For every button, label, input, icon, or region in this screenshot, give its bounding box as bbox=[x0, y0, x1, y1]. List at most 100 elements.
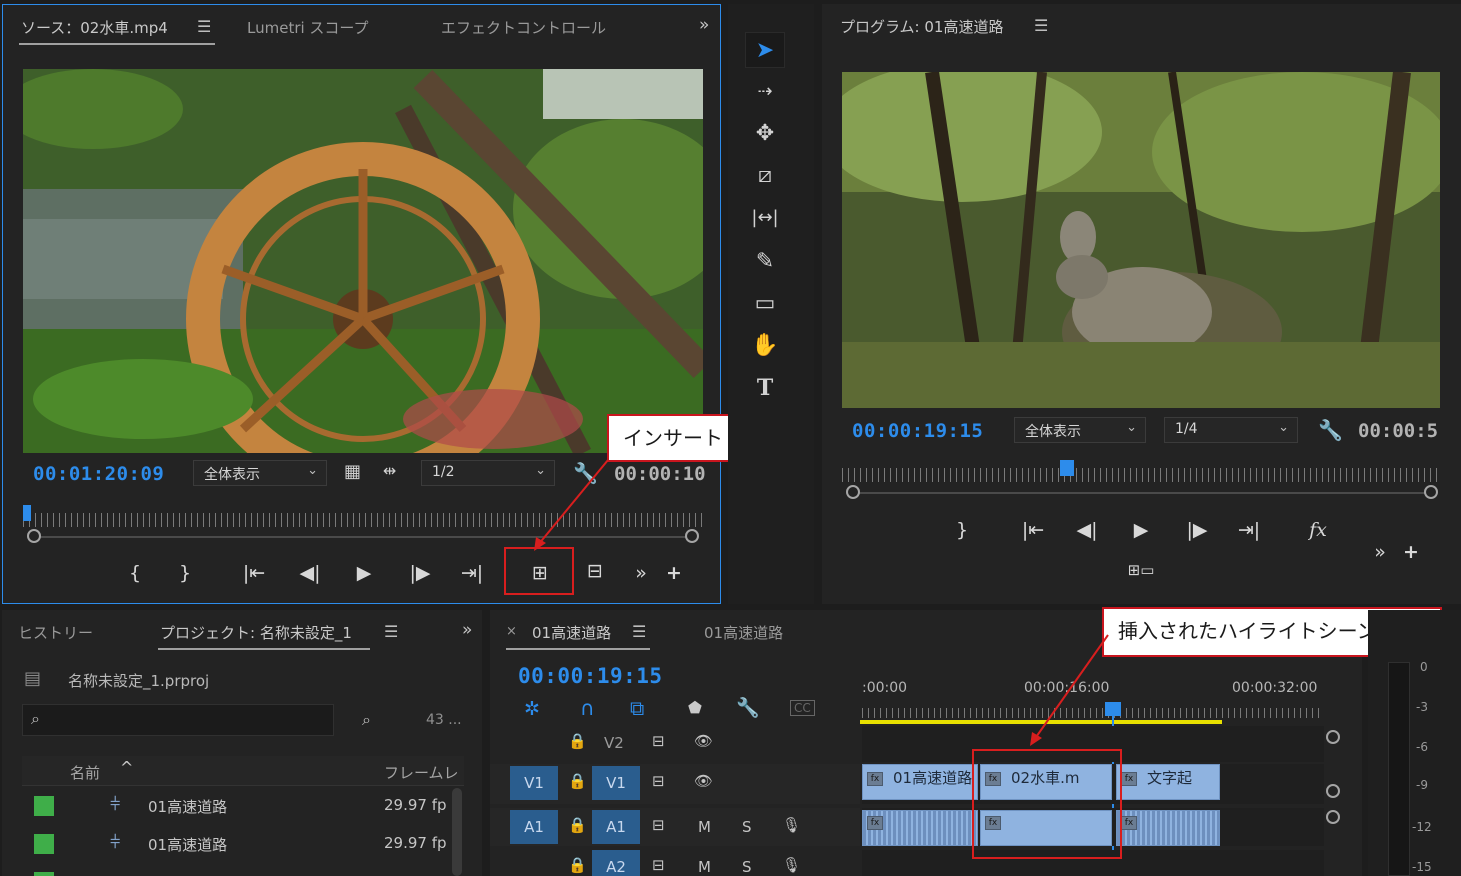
timeline-vscroll-handle[interactable] bbox=[1326, 730, 1340, 744]
timeline-settings-wrench-icon[interactable]: 🔧 bbox=[736, 696, 760, 719]
source-patch-v1[interactable]: V1 bbox=[510, 766, 558, 800]
solo-button[interactable]: S bbox=[742, 858, 752, 876]
step-back-icon[interactable]: ◀| bbox=[295, 561, 325, 585]
go-to-out-icon[interactable]: ⇥| bbox=[457, 561, 487, 585]
sync-lock-icon[interactable]: ⊟ bbox=[652, 856, 665, 874]
add-marker-icon[interactable]: ⬟ bbox=[688, 698, 702, 717]
add-button-icon[interactable]: + bbox=[663, 561, 685, 585]
timeline-timecode[interactable]: 00:00:19:15 bbox=[518, 664, 663, 688]
video-clip[interactable]: fx 01高速道路 bbox=[862, 764, 978, 800]
hand-tool-icon[interactable]: ✋ bbox=[745, 328, 785, 364]
eye-icon[interactable]: 👁 bbox=[694, 772, 713, 790]
microphone-icon[interactable]: 🎙 bbox=[782, 856, 801, 874]
overflow-icon[interactable]: » bbox=[699, 15, 709, 35]
fx-icon[interactable]: fx bbox=[1306, 518, 1330, 542]
panel-menu-icon[interactable]: ☰ bbox=[197, 17, 211, 36]
sync-lock-icon[interactable]: ⊟ bbox=[652, 816, 665, 834]
column-framerate-header[interactable]: フレームレ bbox=[384, 762, 459, 783]
program-time-ruler[interactable] bbox=[842, 468, 1440, 482]
ripple-edit-tool-icon[interactable]: ✥ bbox=[745, 116, 785, 152]
snap-icon[interactable]: ∩ bbox=[580, 696, 595, 720]
multicam-icon[interactable]: ⊞▭ bbox=[1124, 558, 1158, 582]
source-zoom-left-handle[interactable] bbox=[27, 529, 41, 543]
microphone-icon[interactable]: 🎙 bbox=[782, 816, 801, 834]
sync-lock-icon[interactable]: ⊟ bbox=[652, 732, 665, 750]
slip-tool-icon[interactable]: |↔| bbox=[745, 200, 785, 236]
mark-out-icon[interactable]: } bbox=[175, 561, 195, 585]
tab-sequence-2[interactable]: 01高速道路 bbox=[704, 622, 783, 643]
overflow-controls-icon[interactable]: » bbox=[631, 561, 651, 585]
column-name-header[interactable]: 名前 bbox=[70, 762, 100, 783]
add-button-icon[interactable]: + bbox=[1400, 540, 1422, 564]
go-to-in-icon[interactable]: |⇤ bbox=[239, 561, 269, 585]
program-fit-dropdown[interactable]: 全体表示 ⌄ bbox=[1014, 417, 1146, 443]
project-scrollbar[interactable] bbox=[452, 788, 462, 876]
timeline-vscroll-handle[interactable] bbox=[1326, 784, 1340, 798]
audio-waveform-icon[interactable]: ⇹ bbox=[383, 461, 396, 480]
program-zoom-left-handle[interactable] bbox=[846, 485, 860, 499]
overflow-icon[interactable]: » bbox=[462, 620, 472, 640]
tab-effect-controls[interactable]: エフェクトコントロール bbox=[441, 17, 606, 38]
project-row[interactable]: ⫩ 01高速道路 29.97 fp bbox=[22, 826, 450, 864]
lock-icon[interactable]: 🔒 bbox=[568, 856, 587, 874]
lock-icon[interactable]: 🔒 bbox=[568, 816, 587, 834]
captions-icon[interactable]: CC bbox=[790, 700, 815, 716]
source-playhead[interactable] bbox=[23, 505, 31, 521]
tab-project[interactable]: プロジェクト: 名称未設定_1 bbox=[160, 622, 352, 643]
program-timecode[interactable]: 00:00:19:15 bbox=[852, 420, 983, 442]
sync-lock-icon[interactable]: ⊟ bbox=[652, 772, 665, 790]
lock-icon[interactable]: 🔒 bbox=[568, 772, 587, 790]
pen-tool-icon[interactable]: ✎ bbox=[745, 244, 785, 280]
program-zoom-scrollbar[interactable] bbox=[858, 492, 1426, 494]
source-timecode[interactable]: 00:01:20:09 bbox=[33, 463, 164, 485]
razor-tool-icon[interactable]: ⧄ bbox=[745, 158, 785, 194]
audio-clip[interactable]: fx bbox=[1116, 810, 1220, 846]
track-target-a1[interactable]: A1 bbox=[592, 810, 640, 844]
close-icon[interactable]: × bbox=[506, 624, 517, 639]
source-fit-dropdown[interactable]: 全体表示 ⌄ bbox=[193, 460, 327, 486]
mute-button[interactable]: M bbox=[698, 818, 711, 836]
audio-clip[interactable]: fx bbox=[862, 810, 978, 846]
track-target-v1[interactable]: V1 bbox=[592, 766, 640, 800]
play-icon[interactable]: ▶ bbox=[1126, 518, 1156, 542]
tab-sequence-1[interactable]: 01高速道路 bbox=[532, 622, 611, 643]
solo-button[interactable]: S bbox=[742, 818, 752, 836]
project-row[interactable]: ⫩ 01高速道路 29.97 fp bbox=[22, 788, 450, 826]
mark-out-icon[interactable]: } bbox=[952, 518, 972, 542]
step-forward-icon[interactable]: |▶ bbox=[405, 561, 435, 585]
timeline-vscroll-handle[interactable] bbox=[1326, 810, 1340, 824]
tab-program[interactable]: プログラム: 01高速道路 bbox=[840, 16, 1003, 37]
go-to-out-icon[interactable]: ⇥| bbox=[1234, 518, 1264, 542]
track-name[interactable]: V2 bbox=[604, 734, 624, 752]
new-search-bin-icon[interactable]: ⌕ bbox=[362, 710, 371, 730]
program-resolution-dropdown[interactable]: 1/4 ⌄ bbox=[1164, 417, 1298, 443]
step-forward-icon[interactable]: |▶ bbox=[1182, 518, 1212, 542]
mute-button[interactable]: M bbox=[698, 858, 711, 876]
overflow-controls-icon[interactable]: » bbox=[1370, 540, 1390, 564]
panel-menu-icon[interactable]: ☰ bbox=[632, 622, 646, 641]
play-icon[interactable]: ▶ bbox=[349, 561, 379, 585]
selection-tool-icon[interactable]: ➤ bbox=[745, 32, 785, 68]
video-clip[interactable]: fx 文字起 bbox=[1116, 764, 1220, 800]
tab-history[interactable]: ヒストリー bbox=[18, 622, 93, 643]
lock-icon[interactable]: 🔒 bbox=[568, 732, 587, 750]
overwrite-icon[interactable]: ⊟ bbox=[578, 559, 612, 583]
track-target-a2[interactable]: A2 bbox=[592, 850, 640, 876]
step-back-icon[interactable]: ◀| bbox=[1072, 518, 1102, 542]
mark-in-icon[interactable]: { bbox=[125, 561, 145, 585]
go-to-in-icon[interactable]: |⇤ bbox=[1018, 518, 1048, 542]
tab-lumetri-scopes[interactable]: Lumetri スコープ bbox=[247, 17, 369, 38]
program-zoom-right-handle[interactable] bbox=[1424, 485, 1438, 499]
project-search-input[interactable]: ⌕ bbox=[22, 704, 334, 736]
tab-source[interactable]: ソース：02水車.mp4 bbox=[21, 17, 168, 38]
type-tool-icon[interactable]: T bbox=[745, 370, 785, 406]
linked-selection-icon[interactable]: ⧉ bbox=[630, 696, 644, 720]
project-row-partial[interactable] bbox=[22, 864, 450, 876]
program-playhead[interactable] bbox=[1060, 460, 1074, 476]
track-select-tool-icon[interactable]: ⇢ bbox=[745, 74, 785, 110]
nest-toggle-icon[interactable]: ✲ bbox=[524, 698, 540, 720]
safe-margins-icon[interactable]: ▦ bbox=[344, 461, 361, 482]
panel-menu-icon[interactable]: ☰ bbox=[1034, 16, 1048, 35]
rectangle-tool-icon[interactable]: ▭ bbox=[745, 286, 785, 322]
source-zoom-right-handle[interactable] bbox=[685, 529, 699, 543]
